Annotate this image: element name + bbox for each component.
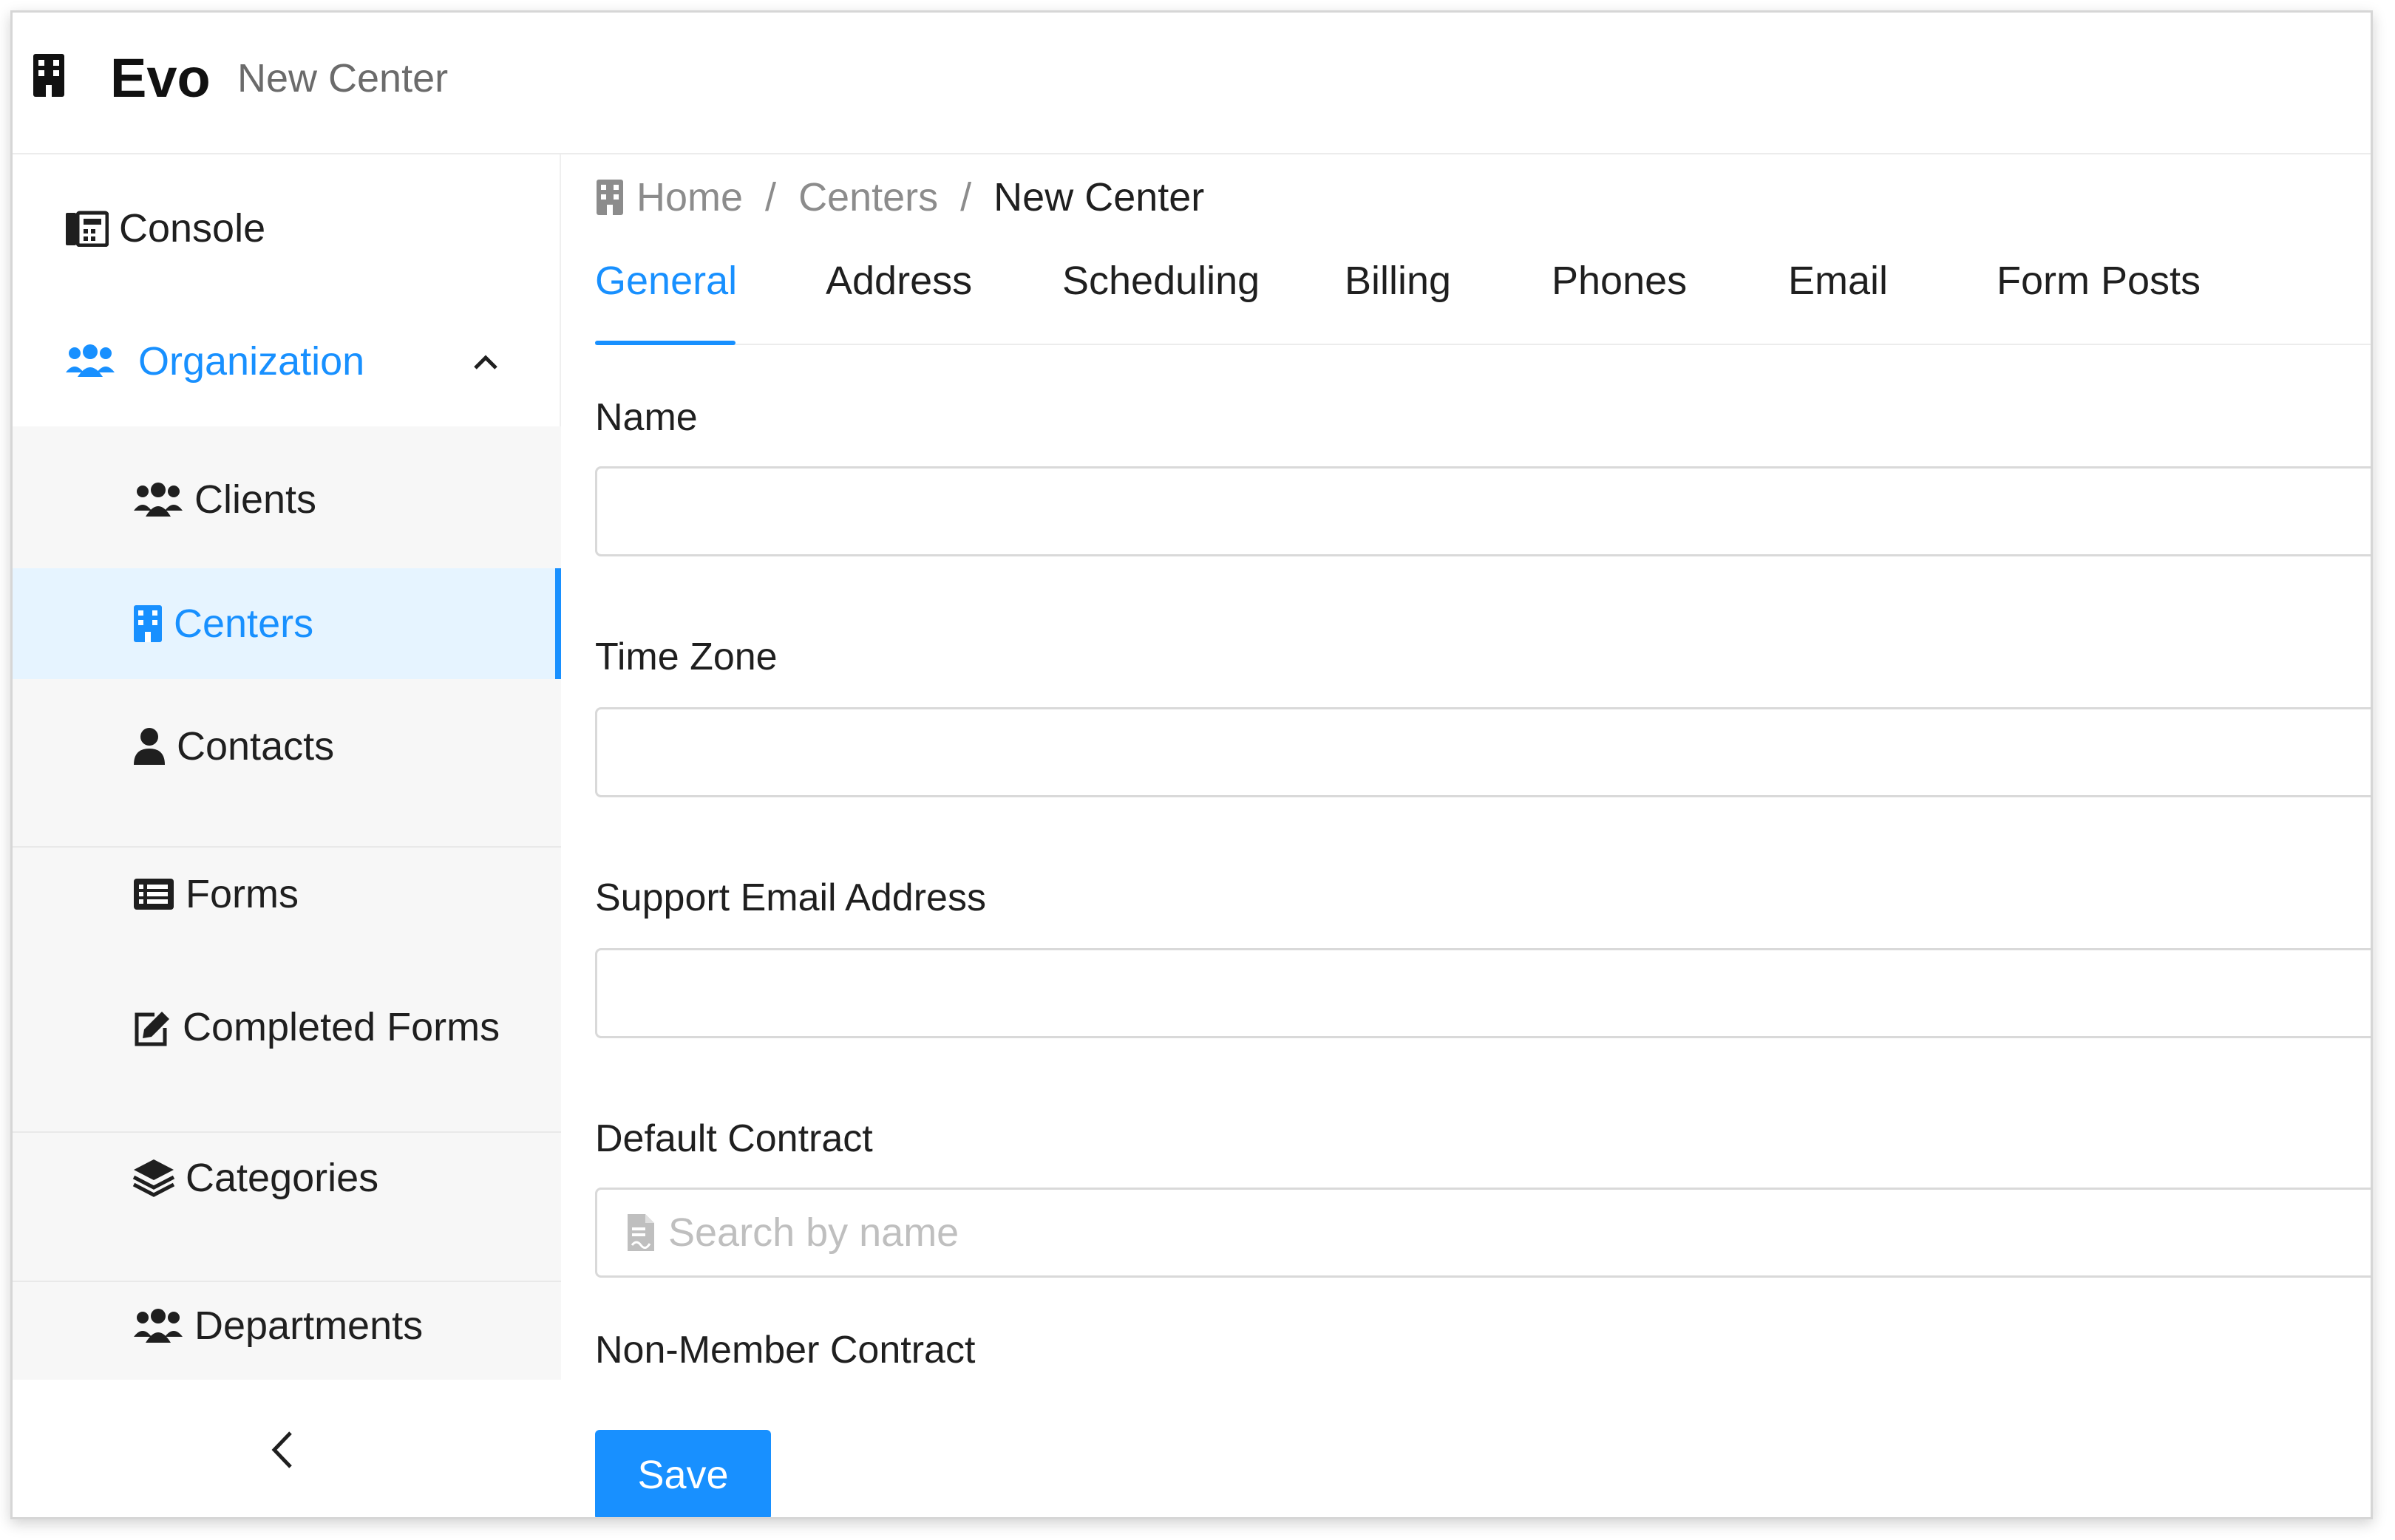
users-cog-icon [134, 1309, 183, 1343]
tab-billing[interactable]: Billing [1345, 258, 1451, 304]
timezone-input[interactable] [595, 707, 2371, 797]
form-area: Name Time Zone Support Email Address Def… [561, 345, 2371, 1380]
edit-icon [135, 1012, 169, 1046]
sidebar-item-forms[interactable]: Forms [13, 839, 561, 950]
sidebar-item-categories[interactable]: Categories [13, 1122, 561, 1233]
breadcrumb: Home / Centers / New Center [595, 168, 1204, 227]
users-icon [66, 344, 115, 377]
sidebar-item-label: Forms [186, 872, 299, 916]
sidebar-item-label: Clients [194, 477, 317, 522]
sidebar-item-label: Centers [174, 602, 314, 646]
breadcrumb-separator: / [765, 175, 777, 219]
main-content: Home / Centers / New Center General Addr… [561, 154, 2371, 1517]
tab-phones[interactable]: Phones [1552, 258, 1687, 304]
breadcrumb-centers[interactable]: Centers [798, 174, 938, 220]
save-button[interactable]: Save [595, 1430, 771, 1517]
tab-scheduling[interactable]: Scheduling [1062, 258, 1260, 304]
name-input[interactable] [595, 466, 2371, 556]
file-contract-icon [628, 1214, 654, 1251]
timezone-label: Time Zone [595, 636, 778, 678]
default-contract-search-input[interactable] [595, 1188, 2371, 1278]
users-icon [134, 483, 183, 517]
sidebar-item-label: Console [119, 206, 266, 251]
app-window: Evo New Center Console Organization Clie… [10, 10, 2373, 1519]
sidebar-item-label: Completed Forms [183, 1005, 500, 1049]
sidebar-item-centers[interactable]: Centers [13, 568, 561, 679]
building-icon [134, 605, 162, 642]
user-icon [134, 728, 165, 765]
building-icon [597, 180, 623, 215]
chevron-left-icon[interactable] [264, 1424, 301, 1476]
sidebar-item-clients[interactable]: Clients [13, 444, 561, 555]
sidebar-item-organization[interactable]: Organization [13, 317, 561, 406]
sidebar-item-contacts[interactable]: Contacts [13, 691, 561, 802]
console-icon [66, 211, 109, 247]
sidebar-item-label: Contacts [177, 724, 335, 769]
tab-email[interactable]: Email [1788, 258, 1888, 304]
list-icon [134, 879, 174, 910]
layers-icon [132, 1159, 175, 1197]
support-email-label: Support Email Address [595, 876, 986, 919]
sidebar-item-label: Categories [186, 1156, 379, 1200]
name-label: Name [595, 396, 698, 439]
sidebar-item-label: Organization [138, 339, 365, 384]
sidebar-item-label: Departments [194, 1304, 424, 1348]
sidebar-item-console[interactable]: Console [13, 184, 561, 273]
page-subtitle: New Center [237, 56, 449, 100]
breadcrumb-home[interactable]: Home [636, 174, 743, 220]
tab-bar: General Address Scheduling Billing Phone… [595, 243, 2371, 345]
top-header: Evo New Center [13, 13, 2371, 154]
sidebar-item-departments[interactable]: Departments [13, 1270, 561, 1381]
sidebar-collapse-area [13, 1380, 561, 1517]
non-member-contract-label: Non-Member Contract [595, 1329, 976, 1372]
building-logo-icon [33, 54, 64, 97]
app-title: Evo [110, 47, 211, 109]
support-email-input[interactable] [595, 948, 2371, 1038]
breadcrumb-current: New Center [993, 175, 1205, 219]
tab-form-posts[interactable]: Form Posts [1997, 258, 2201, 304]
tab-address[interactable]: Address [826, 258, 972, 304]
sidebar-item-completed-forms[interactable]: Completed Forms [13, 972, 561, 1083]
sidebar: Console Organization Clients Centers Con… [13, 154, 561, 1380]
tab-general[interactable]: General [595, 258, 737, 304]
default-contract-label: Default Contract [595, 1117, 873, 1160]
breadcrumb-separator: / [960, 175, 972, 219]
chevron-up-icon[interactable] [471, 350, 500, 372]
